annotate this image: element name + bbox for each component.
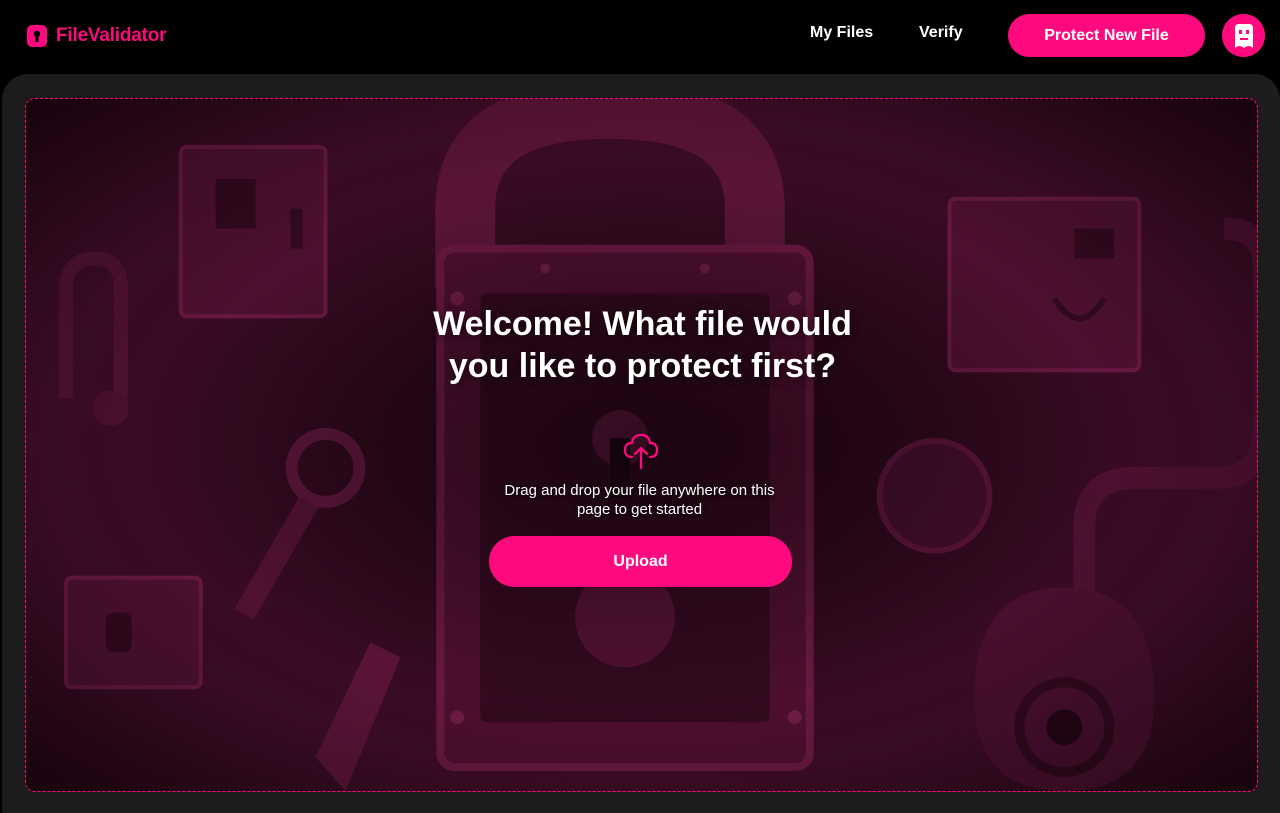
welcome-headline: Welcome! What file would you like to pro… bbox=[433, 305, 852, 385]
file-drop-zone[interactable]: Welcome! What file would you like to pro… bbox=[25, 98, 1258, 792]
protect-new-file-button[interactable]: Protect New File bbox=[1008, 14, 1205, 57]
nav-verify-link[interactable]: Verify bbox=[919, 24, 963, 42]
brand-logo[interactable]: FileValidator bbox=[26, 22, 167, 50]
brand-name: FileValidator bbox=[56, 25, 167, 46]
user-avatar-icon[interactable] bbox=[1222, 14, 1265, 57]
drag-drop-hint: Drag and drop your file anywhere on this… bbox=[504, 482, 775, 518]
upload-button[interactable]: Upload bbox=[489, 536, 792, 587]
top-nav-bar: FileValidator My Files Verify Protect Ne… bbox=[0, 0, 1280, 74]
welcome-content: Welcome! What file would you like to pro… bbox=[26, 99, 1257, 791]
nav-my-files-link[interactable]: My Files bbox=[810, 24, 873, 42]
cloud-upload-icon bbox=[623, 431, 659, 476]
lock-icon bbox=[26, 24, 48, 48]
